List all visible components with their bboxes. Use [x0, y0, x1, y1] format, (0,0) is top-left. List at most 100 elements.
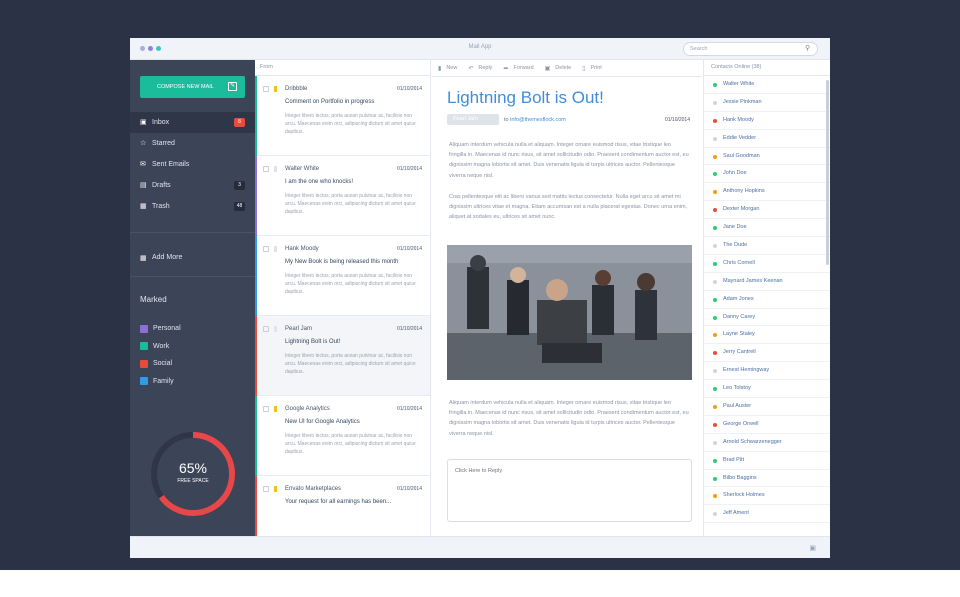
search-input[interactable]: Search	[683, 42, 818, 56]
folder-nav: ▣ Inbox 8 ☆ Starred ✉ Sent Emails ▤ Drafts 3 ▦ Tras…	[130, 112, 255, 217]
trash-icon: ▦	[140, 203, 147, 210]
mail-checkbox[interactable]	[263, 86, 269, 92]
mail-checkbox[interactable]	[263, 486, 269, 492]
status-dot-icon	[713, 369, 717, 374]
flag-icon[interactable]	[274, 86, 277, 92]
mail-list-item[interactable]: Pearl Jam 01/10/2014 Lightning Bolt is Out…	[255, 316, 430, 396]
mail-subject: Lightning Bolt is Out!	[285, 339, 341, 345]
sidebar-item-inbox[interactable]: ▣ Inbox 8	[130, 112, 255, 133]
contact-item[interactable]: Chris Cornell	[704, 255, 830, 273]
status-dot-icon	[713, 154, 717, 159]
sidebar-item-drafts[interactable]: ▤ Drafts 3	[130, 175, 255, 196]
mail-list-item[interactable]: Walter White 01/10/2014 I am the one who k…	[255, 156, 430, 236]
mail-date: 01/10/2014	[396, 486, 422, 492]
recipient-email[interactable]: info@themesflock.com	[510, 117, 566, 123]
contact-item[interactable]: Arnold Schwarzenegger	[704, 434, 830, 452]
marked-heading: Marked	[140, 295, 167, 304]
contact-item[interactable]: Eddie Vedder	[704, 130, 830, 148]
marked-item-personal[interactable]: Personal	[140, 320, 181, 338]
sidebar-item-label: Inbox	[152, 119, 170, 126]
mail-paragraph: Cras pellentesque elit ac libero varius …	[449, 194, 688, 221]
sidebar-item-trash[interactable]: ▦ Trash 48	[130, 196, 255, 217]
contact-item[interactable]: Jane Doe	[704, 219, 830, 238]
mail-color-bar	[255, 396, 257, 476]
star-icon: ☆	[140, 140, 147, 147]
mail-list-item[interactable]: Dribbble 01/10/2014 Comment on Portfolio i…	[255, 76, 430, 156]
mail-checkbox[interactable]	[263, 246, 269, 252]
storage-caption: FREE SPACE	[177, 478, 209, 484]
marked-item-label: Family	[153, 377, 174, 385]
app-footer: ▣	[130, 536, 830, 558]
mail-list-item[interactable]: Hank Moody 01/10/2014 My New Book is being…	[255, 236, 430, 316]
mail-checkbox[interactable]	[263, 406, 269, 412]
marked-item-label: Personal	[153, 325, 181, 333]
print-button[interactable]: ▯ Print	[582, 65, 602, 72]
flag-icon[interactable]	[274, 166, 277, 172]
mail-list-item[interactable]: Google Analytics 01/10/2014 New UI for Goo…	[255, 396, 430, 476]
contact-name: The Dude	[723, 242, 748, 249]
reply-textarea[interactable]: Click Here to Reply	[447, 459, 692, 522]
contact-item[interactable]: Walter White	[704, 76, 830, 94]
sidebar-item-label: Drafts	[152, 182, 171, 189]
contact-item[interactable]: Leo Tolstoy	[704, 380, 830, 399]
reply-button[interactable]: ↶ Reply	[468, 65, 492, 72]
status-dot-icon	[713, 315, 717, 320]
mail-date: 01/10/2014	[396, 406, 422, 412]
marked-item-work[interactable]: Work	[140, 338, 181, 356]
forward-button[interactable]: ➦ Forward	[503, 65, 533, 72]
mail-subject: New UI for Google Analytics	[285, 419, 360, 425]
contact-item[interactable]: Jessie Pinkman	[704, 94, 830, 112]
status-dot-icon	[713, 118, 717, 123]
contact-item[interactable]: Danny Carey	[704, 309, 830, 327]
sidebar-item-starred[interactable]: ☆ Starred	[130, 133, 255, 154]
marked-item-social[interactable]: Social	[140, 355, 181, 373]
contact-name: Bilbo Baggins	[723, 474, 757, 481]
contact-item[interactable]: Bilbo Baggins	[704, 470, 830, 488]
contact-item[interactable]: John Doe	[704, 165, 830, 184]
contact-name: Chris Cornell	[723, 259, 755, 266]
contact-name: Paul Auster	[723, 403, 752, 410]
mail-checkbox[interactable]	[263, 166, 269, 172]
contact-item[interactable]: Hank Moody	[704, 112, 830, 130]
flag-icon[interactable]	[274, 406, 277, 412]
contact-item[interactable]: George Orwell	[704, 416, 830, 434]
marked-item-family[interactable]: Family	[140, 373, 181, 391]
flag-icon[interactable]	[274, 246, 277, 252]
search-icon[interactable]: ⚲	[805, 44, 825, 52]
trash-icon[interactable]: ▣	[809, 544, 816, 552]
mail-snippet: Integer libero lectus, porta acean pulvi…	[285, 273, 416, 295]
contact-item[interactable]: Dexter Morgan	[704, 201, 830, 220]
contact-item[interactable]: Anthony Hopkins	[704, 183, 830, 202]
contact-item[interactable]: Layne Staley	[704, 326, 830, 345]
contact-item[interactable]: Brad Pitt	[704, 452, 830, 470]
contact-item[interactable]: Jeff Ament	[704, 505, 830, 524]
flag-icon[interactable]	[274, 326, 277, 332]
unread-badge: 48	[234, 202, 245, 211]
sender-tag[interactable]: Pearl Jam	[447, 114, 499, 125]
contact-item[interactable]: Saul Goodman	[704, 148, 830, 166]
add-more-button[interactable]: ▦ Add More	[130, 254, 255, 262]
contact-name: Dexter Morgan	[723, 206, 760, 213]
contact-item[interactable]: Ernest Hemingway	[704, 362, 830, 381]
sender-tag-label: Pearl Jam	[453, 116, 478, 122]
label-color-swatch	[140, 377, 148, 386]
delete-button[interactable]: ▣ Delete	[545, 65, 572, 72]
contact-item[interactable]: Jerry Cantrell	[704, 344, 830, 363]
flag-icon[interactable]	[274, 486, 277, 492]
mail-list-header: From	[255, 60, 430, 76]
contact-item[interactable]: Adam Jones	[704, 291, 830, 309]
contacts-scrollbar[interactable]	[826, 80, 829, 265]
contact-item[interactable]: The Dude	[704, 237, 830, 255]
new-button[interactable]: ▮ New	[438, 65, 457, 72]
contact-name: Maynard James Keenan	[723, 277, 783, 284]
label-color-swatch	[140, 359, 148, 368]
sidebar-item-sent-emails[interactable]: ✉ Sent Emails	[130, 154, 255, 175]
status-dot-icon	[713, 494, 717, 499]
mail-checkbox[interactable]	[263, 326, 269, 332]
compose-label: COMPOSE NEW MAIL	[157, 84, 214, 90]
compose-button[interactable]: COMPOSE NEW MAIL ✎	[140, 76, 245, 98]
contact-item[interactable]: Maynard James Keenan	[704, 273, 830, 291]
contact-item[interactable]: Paul Auster	[704, 398, 830, 416]
contact-item[interactable]: Sherlock Holmes	[704, 487, 830, 506]
contact-name: Leo Tolstoy	[723, 385, 751, 392]
